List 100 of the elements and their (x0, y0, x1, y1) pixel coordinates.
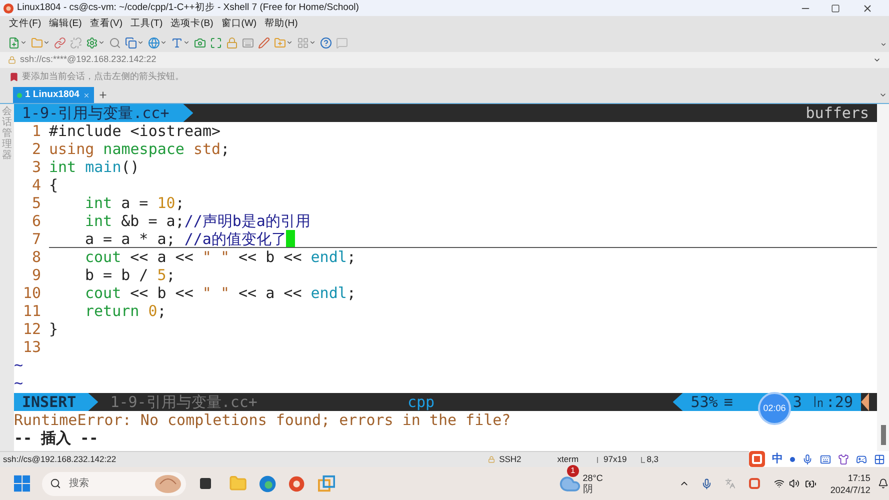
menu-item[interactable]: 帮助(H) (264, 17, 298, 32)
line-number: 3 (30, 158, 41, 176)
windows-logo-icon[interactable] (14, 475, 30, 492)
caret-icon[interactable] (879, 91, 887, 99)
app-logo-icon (3, 2, 14, 14)
clock-time[interactable]: 17:15 (848, 472, 870, 484)
link-icon[interactable] (54, 36, 66, 48)
caret-icon[interactable] (43, 39, 50, 46)
copy-icon[interactable] (125, 36, 137, 48)
wifi-icon[interactable] (774, 478, 784, 489)
window-title: Linux1804 - cs@cs-vm: ~/code/cpp/1-C++初步 - Xshell 7 (Free for Home/School) (17, 0, 359, 15)
line-number: 8 (30, 248, 41, 266)
line-number: 9 (30, 266, 41, 284)
ime-mode[interactable]: 中 (772, 450, 783, 468)
file-tab[interactable]: 1-9-引用与变量.cc+ (14, 104, 194, 122)
line-number: 12 (22, 320, 41, 338)
caret-icon[interactable] (20, 39, 27, 46)
address-text: ssh://cs:****@192.168.232.142:22 (20, 53, 156, 66)
ime-logo-icon[interactable] (749, 478, 760, 489)
notice-text: 要添加当前会话，点击左侧的箭头按钮。 (22, 70, 184, 84)
menu-item[interactable]: 选项卡(B) (170, 17, 214, 32)
position-text: 3 ㏑:29 (792, 393, 853, 411)
line-number: 2 (30, 140, 41, 158)
caret-icon[interactable] (880, 41, 887, 48)
lock-icon (488, 456, 496, 463)
statusline-end-icon (861, 393, 869, 411)
new-session-icon[interactable] (8, 36, 20, 48)
globe-icon[interactable] (148, 36, 160, 48)
code-line: return 0; (85, 302, 166, 320)
code-line: #include <iostream> (49, 122, 221, 140)
clock-date[interactable]: 2024/7/12 (830, 484, 870, 496)
menu-item[interactable]: 工具(T) (130, 17, 163, 32)
windows-stack-icon[interactable] (318, 474, 335, 492)
punctuation-icon[interactable] (790, 456, 795, 462)
caret-icon[interactable] (183, 39, 190, 46)
microphone-icon[interactable] (802, 454, 813, 464)
battery-icon[interactable] (804, 478, 816, 490)
error-message: RuntimeError: No completions found; errors in the file? (14, 411, 512, 429)
status-address: ssh://cs@192.168.232.142:22 (3, 453, 116, 466)
code-line: b = b / 5; (85, 266, 176, 284)
scrollbar[interactable] (877, 104, 889, 451)
buffers-label: buffers (806, 104, 870, 122)
bookmark-icon[interactable] (9, 72, 19, 82)
close-icon[interactable] (862, 2, 873, 14)
code-line: } (49, 320, 58, 338)
code-line: a = a * a; //a的值变化了 (85, 230, 286, 248)
browser-icon[interactable] (259, 474, 276, 492)
empty-line-marker: ~ (14, 356, 23, 374)
gamepad-icon[interactable] (856, 454, 867, 464)
percent-text: 53% (690, 393, 718, 411)
line-number: 4 (30, 176, 41, 194)
notification-icon[interactable] (878, 478, 889, 489)
help-icon[interactable] (320, 36, 332, 48)
shirt-icon[interactable] (838, 454, 849, 464)
shell-icon (154, 474, 182, 494)
menu-item[interactable]: 文件(F) (9, 17, 42, 32)
add-tab-icon[interactable] (98, 90, 108, 100)
temperature-text: 28°C (582, 472, 603, 484)
code-line: cout << b << " " << a << endl; (85, 284, 356, 302)
code-line: int a = 10; (85, 194, 184, 212)
cursor-position: 8,3 (646, 453, 659, 466)
protocol-text: SSH2 (499, 453, 522, 466)
maximize-icon[interactable] (210, 36, 222, 48)
caret-icon[interactable] (309, 39, 316, 46)
caret-icon[interactable] (160, 39, 167, 46)
search-icon (50, 478, 62, 489)
symbol-text: ≡ (724, 393, 733, 411)
keyboard-icon[interactable] (820, 454, 831, 464)
menu-item[interactable]: 编辑(E) (49, 17, 82, 32)
address-bar[interactable]: ssh://cs:****@192.168.232.142:22 (0, 52, 889, 68)
microphone-icon[interactable] (701, 478, 713, 490)
filetype-label: cpp (407, 393, 435, 411)
caret-icon[interactable] (137, 39, 144, 46)
empty-line-marker: ~ (14, 374, 23, 392)
ime-logo-icon[interactable] (749, 451, 765, 467)
grid-icon[interactable] (874, 454, 885, 464)
app-logo-icon[interactable] (288, 474, 306, 492)
line-number: 6 (30, 212, 41, 230)
maximize-icon[interactable] (831, 4, 840, 12)
code-line: using namespace std; (49, 140, 230, 158)
settings-icon[interactable] (86, 36, 98, 48)
camera-icon[interactable] (194, 36, 206, 48)
code-line: int main() (49, 158, 140, 176)
menu-item[interactable]: 查看(V) (90, 17, 122, 32)
code-line: { (49, 176, 58, 194)
pen-icon[interactable] (258, 36, 270, 48)
menu-item[interactable]: 窗口(W) (221, 17, 257, 32)
volume-icon[interactable] (789, 478, 800, 489)
search-icon[interactable] (109, 36, 121, 48)
caret-icon[interactable] (286, 39, 293, 46)
search-field[interactable]: 搜索 (42, 472, 186, 496)
code-line: cout << a << " " << b << endl; (85, 248, 356, 266)
mode-message: -- 插入 -- (14, 429, 100, 447)
caret-icon[interactable] (98, 39, 105, 46)
task-view-icon[interactable] (200, 478, 212, 489)
font-icon[interactable] (171, 36, 183, 48)
weather-condition: 阴 (582, 484, 594, 494)
line-number: 7 (30, 230, 41, 248)
mode-indicator: INSERT (14, 393, 98, 411)
code-line: int &b = a;//声明b是a的引用 (85, 212, 310, 230)
